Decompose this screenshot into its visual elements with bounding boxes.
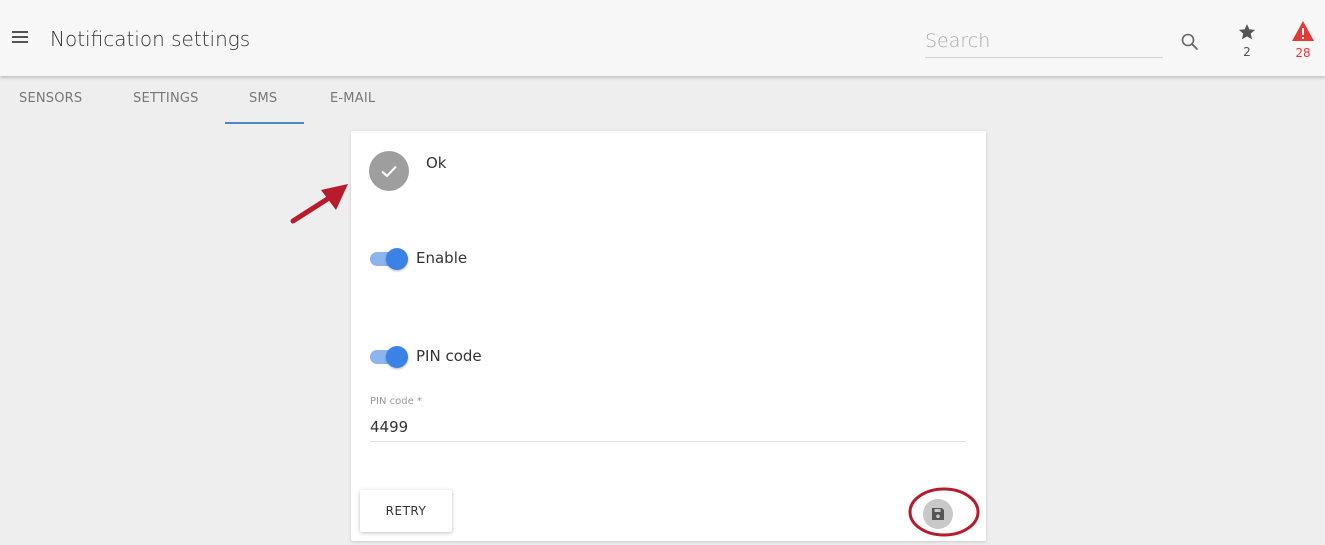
- tab-sensors[interactable]: SENSORS: [19, 91, 82, 106]
- favorites-count: 2: [1243, 45, 1251, 59]
- top-bar: Notification settings 2 28: [0, 0, 1325, 76]
- save-button[interactable]: [923, 499, 953, 529]
- alerts-count: 28: [1295, 46, 1311, 60]
- sms-settings-card: Ok Enable PIN code PIN code * RETRY: [351, 131, 986, 541]
- enable-toggle[interactable]: [370, 248, 408, 270]
- star-icon: [1238, 24, 1256, 40]
- pin-code-field-label: PIN code *: [370, 396, 422, 407]
- search-icon[interactable]: [1180, 32, 1200, 52]
- pin-code-input[interactable]: [370, 412, 966, 442]
- tab-email[interactable]: E-MAIL: [330, 91, 375, 106]
- check-icon: [381, 165, 397, 178]
- pin-code-toggle[interactable]: [370, 346, 408, 368]
- alerts-button[interactable]: 28: [1288, 20, 1318, 62]
- search-input[interactable]: [925, 24, 1163, 58]
- pin-code-toggle-label: PIN code: [416, 347, 482, 365]
- menu-icon[interactable]: [12, 31, 28, 44]
- status-text: Ok: [426, 154, 447, 172]
- tab-settings[interactable]: SETTINGS: [133, 91, 199, 106]
- status-indicator: [369, 151, 409, 191]
- floppy-disk-icon: [932, 508, 944, 520]
- tab-sms[interactable]: SMS: [249, 91, 277, 106]
- enable-label: Enable: [416, 249, 468, 267]
- annotation-arrow: [290, 184, 348, 224]
- active-tab-indicator: [225, 122, 304, 124]
- warning-icon: [1292, 21, 1314, 41]
- retry-button[interactable]: RETRY: [360, 490, 452, 532]
- favorites-button[interactable]: 2: [1234, 22, 1260, 62]
- page-title: Notification settings: [50, 27, 251, 51]
